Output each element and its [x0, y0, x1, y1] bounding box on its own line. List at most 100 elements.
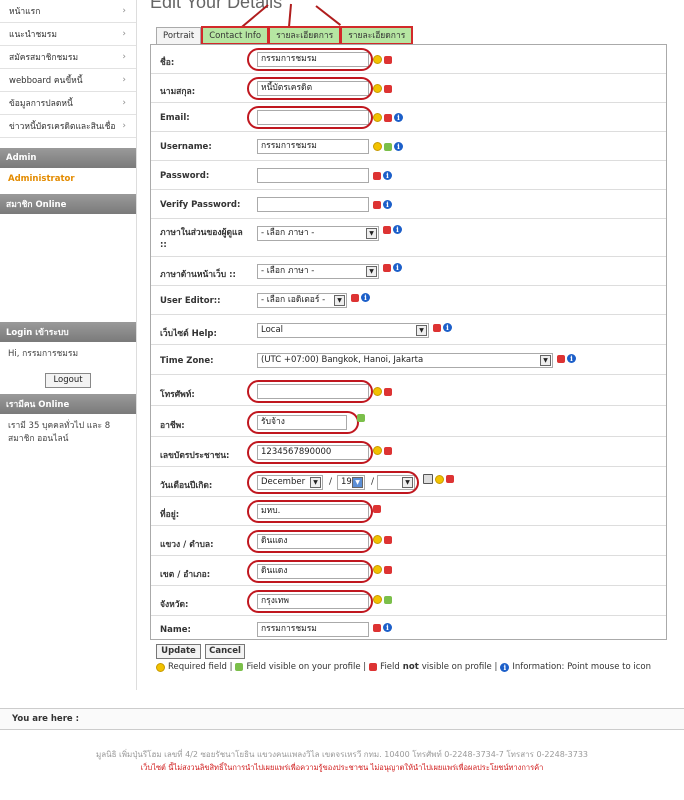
- info-icon[interactable]: i: [383, 171, 392, 180]
- hidden-icon[interactable]: [373, 623, 381, 632]
- info-icon[interactable]: i: [394, 142, 403, 151]
- email-label: Email:: [160, 113, 190, 123]
- verify-password-label: Verify Password:: [160, 200, 241, 210]
- hidden-icon[interactable]: [383, 263, 391, 272]
- form-row-address: ที่อยู่: มหบ.: [151, 497, 666, 526]
- editor-label: User Editor::: [160, 296, 221, 306]
- editor-select[interactable]: - เลือก เอดิเตอร์ - ▼: [257, 293, 347, 308]
- highlight-circle: [247, 590, 373, 613]
- phone-label: โทรศัพท์:: [160, 390, 195, 400]
- hidden-icon[interactable]: [383, 225, 391, 234]
- tab-contact-info[interactable]: Contact Info: [201, 26, 270, 45]
- visible-icon[interactable]: [384, 595, 392, 604]
- calendar-icon[interactable]: [423, 474, 433, 484]
- hidden-icon[interactable]: [384, 387, 392, 396]
- hidden-icon[interactable]: [384, 565, 392, 574]
- hidden-icon[interactable]: [384, 55, 392, 64]
- select-value: Local: [261, 325, 284, 335]
- form-row-name: ชื่อ: กรรมการชมรม: [151, 45, 666, 74]
- admin-header: Admin: [0, 148, 136, 168]
- form-row-lastname: นามสกุล: หนี้บัตรเครดิต: [151, 74, 666, 103]
- sidebar-item-register[interactable]: สมัครสมาชิกชมรม ›: [0, 46, 136, 69]
- backend-language-select[interactable]: - เลือก ภาษา - ▼: [257, 226, 379, 241]
- highlight-circle: [247, 441, 373, 464]
- greeting-text: Hi, กรรมการชมรม: [8, 349, 79, 359]
- form-row-idcard: เลขบัตรประชาชน: 1234567890000: [151, 437, 666, 467]
- timezone-select[interactable]: (UTC +07:00) Bangkok, Hanoi, Jakarta ▼: [257, 353, 553, 368]
- visible-icon: [235, 663, 244, 671]
- chevron-right-icon: ›: [122, 6, 126, 16]
- highlight-circle: [247, 500, 373, 523]
- sidebar-item-home[interactable]: หน้าแรก ›: [0, 0, 136, 23]
- career-label: อาชีพ:: [160, 421, 185, 431]
- sidebar-item-webboard[interactable]: webboard คนขี้หนี้ ›: [0, 69, 136, 92]
- info-icon[interactable]: i: [567, 354, 576, 363]
- sidebar-item-label: webboard คนขี้หนี้: [9, 76, 83, 86]
- logout-button[interactable]: Logout: [45, 373, 91, 388]
- frontend-language-select[interactable]: - เลือก ภาษา - ▼: [257, 264, 379, 279]
- sidebar-item-debt-info[interactable]: ข้อมูลการปลดหนี้ ›: [0, 92, 136, 115]
- display-name-label: Name:: [160, 625, 191, 635]
- visible-icon[interactable]: [384, 142, 392, 151]
- hidden-icon[interactable]: [384, 113, 392, 122]
- legend-visible: Field visible on your profile |: [246, 662, 367, 672]
- tab-details-1[interactable]: รายละเอียดการ: [268, 26, 342, 45]
- name-label: ชื่อ:: [160, 58, 175, 68]
- chevron-down-icon: ▼: [416, 325, 427, 336]
- chevron-down-icon: ▼: [366, 228, 377, 239]
- info-icon[interactable]: i: [394, 113, 403, 122]
- form-row-district: เขต / อำเภอ: ดินแดง: [151, 556, 666, 586]
- chevron-right-icon: ›: [122, 98, 126, 108]
- select-value: - เลือก ภาษา -: [261, 228, 315, 238]
- form-row-username: Username: กรรมการชมรม i: [151, 132, 666, 161]
- display-name-field[interactable]: กรรมการชมรม: [257, 622, 369, 637]
- subdistrict-label: แขวง / ตำบล:: [160, 540, 214, 550]
- hidden-icon[interactable]: [373, 200, 381, 209]
- highlight-circle: [247, 77, 373, 100]
- info-icon[interactable]: i: [393, 263, 402, 272]
- info-icon[interactable]: i: [393, 225, 402, 234]
- hidden-icon[interactable]: [373, 505, 381, 513]
- who-online-text: เรามี 35 บุคคลทั่วไป และ 8 สมาชิก ออนไลน…: [8, 421, 111, 444]
- form-row-display-name: Name: กรรมการชมรม i: [151, 616, 666, 640]
- hidden-icon[interactable]: [384, 446, 392, 455]
- verify-password-field[interactable]: [257, 197, 369, 212]
- highlight-circle: [247, 530, 373, 553]
- visible-icon[interactable]: [357, 414, 365, 422]
- info-icon[interactable]: i: [443, 323, 452, 332]
- hidden-icon[interactable]: [384, 535, 392, 544]
- hidden-icon[interactable]: [373, 171, 381, 180]
- tab-details-2[interactable]: รายละเอียดการ: [340, 26, 414, 45]
- password-field[interactable]: [257, 168, 369, 183]
- username-field[interactable]: กรรมการชมรม: [257, 139, 369, 154]
- hidden-icon[interactable]: [351, 293, 359, 302]
- details-form: ชื่อ: กรรมการชมรม นามสกุล: หนี้บัตรเครดิ…: [150, 44, 667, 640]
- sidebar-item-news[interactable]: ข่าวหนี้บัตรเครดิตและสินเชื่อ ›: [0, 115, 136, 138]
- hidden-icon[interactable]: [557, 354, 565, 363]
- sidebar-item-label: ข่าวหนี้บัตรเครดิตและสินเชื่อ: [9, 122, 116, 132]
- info-icon: i: [500, 662, 510, 672]
- hidden-icon[interactable]: [384, 84, 392, 93]
- highlight-circle: [247, 411, 359, 434]
- chevron-down-icon: ▼: [366, 266, 377, 277]
- hidden-icon[interactable]: [446, 475, 454, 483]
- chevron-down-icon: ▼: [540, 355, 551, 366]
- required-icon: [373, 565, 382, 574]
- cancel-button[interactable]: Cancel: [205, 644, 245, 659]
- highlight-circle: [247, 106, 373, 129]
- info-icon[interactable]: i: [383, 623, 392, 632]
- tab-portrait[interactable]: Portrait: [156, 27, 202, 44]
- sidebar-item-label: หน้าแรก: [9, 7, 41, 17]
- hidden-icon[interactable]: [433, 323, 441, 332]
- footer-notice: เว็บไซต์ นี้ไม่สงวนลิขสิทธิ์ในการนำไปเผย…: [140, 763, 544, 772]
- info-icon[interactable]: i: [361, 293, 370, 302]
- update-button[interactable]: Update: [156, 644, 201, 659]
- district-label: เขต / อำเภอ:: [160, 570, 211, 580]
- required-icon: [373, 446, 382, 455]
- help-site-select[interactable]: Local ▼: [257, 323, 429, 338]
- administrator-link[interactable]: Administrator: [0, 168, 136, 190]
- timezone-label: Time Zone:: [160, 356, 214, 366]
- footer-address: มูลนิธิ เพิ่มปุ่นรีโฮม เลขที่ 4/2 ซอยรัช…: [95, 750, 589, 759]
- info-icon[interactable]: i: [383, 200, 392, 209]
- sidebar-item-about[interactable]: แนะนำชมรม ›: [0, 23, 136, 46]
